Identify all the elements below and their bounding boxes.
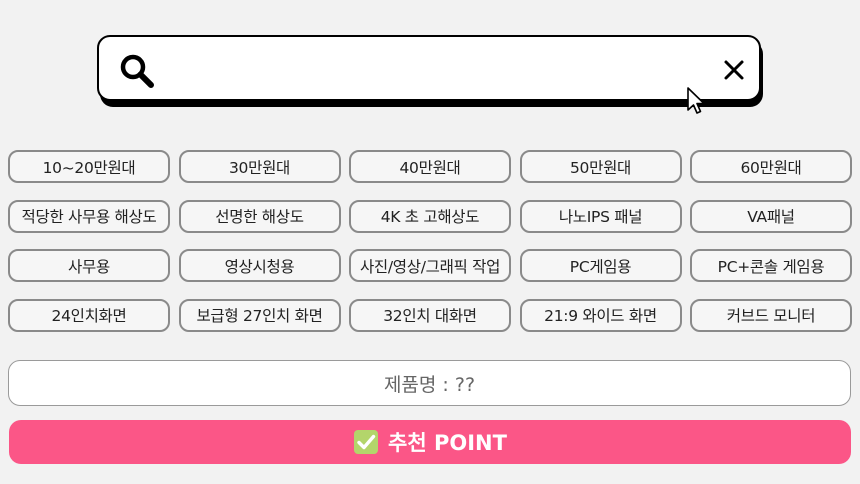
checkmark-box-icon — [354, 430, 379, 454]
search-icon[interactable] — [119, 53, 155, 89]
product-name-display: 제품명 : ?? — [8, 360, 851, 406]
product-name-text: 제품명 : ?? — [383, 373, 476, 396]
filter-chip-usage[interactable]: 사무용 — [8, 249, 170, 282]
filter-chip-usage[interactable]: 사진/영상/그래픽 작업 — [349, 249, 511, 282]
filter-chip-resolution[interactable]: 적당한 사무용 해상도 — [8, 199, 170, 233]
filter-chip-price[interactable]: 10~20만원대 — [8, 150, 170, 183]
filter-grid: 10~20만원대 30만원대 40만원대 50만원대 60만원대 적당한 사무용… — [8, 150, 852, 332]
filter-chip-usage[interactable]: PC게임용 — [519, 249, 682, 282]
filter-chip-price[interactable]: 50만원대 — [519, 150, 682, 183]
filter-chip-price[interactable]: 30만원대 — [178, 150, 341, 183]
filter-chip-size[interactable]: 32인치 대화면 — [349, 298, 511, 332]
mouse-cursor-icon — [687, 87, 705, 114]
filter-chip-usage[interactable]: 영상시청용 — [178, 249, 341, 282]
filter-chip-price[interactable]: 60만원대 — [690, 150, 852, 183]
recommend-point-button[interactable]: 추천 POINT — [9, 420, 851, 464]
filter-chip-resolution[interactable]: 선명한 해상도 — [178, 199, 341, 233]
filter-chip-size[interactable]: 커브드 모니터 — [690, 298, 852, 332]
close-icon[interactable] — [723, 59, 745, 81]
search-input[interactable] — [169, 49, 709, 89]
filter-chip-size[interactable]: 보급형 27인치 화면 — [178, 298, 341, 332]
filter-chip-size[interactable]: 24인치화면 — [8, 298, 170, 332]
search-box[interactable] — [97, 35, 761, 101]
search-bar — [97, 35, 763, 107]
filter-chip-price[interactable]: 40만원대 — [349, 150, 511, 183]
filter-chip-usage[interactable]: PC+콘솔 게임용 — [690, 249, 852, 282]
recommend-point-label: 추천 POINT — [388, 431, 507, 455]
filter-chip-panel[interactable]: 나노IPS 패널 — [519, 199, 682, 233]
filter-chip-size[interactable]: 21:9 와이드 화면 — [519, 298, 682, 332]
filter-chip-resolution[interactable]: 4K 초 고해상도 — [349, 199, 511, 233]
filter-chip-panel[interactable]: VA패널 — [690, 199, 852, 233]
